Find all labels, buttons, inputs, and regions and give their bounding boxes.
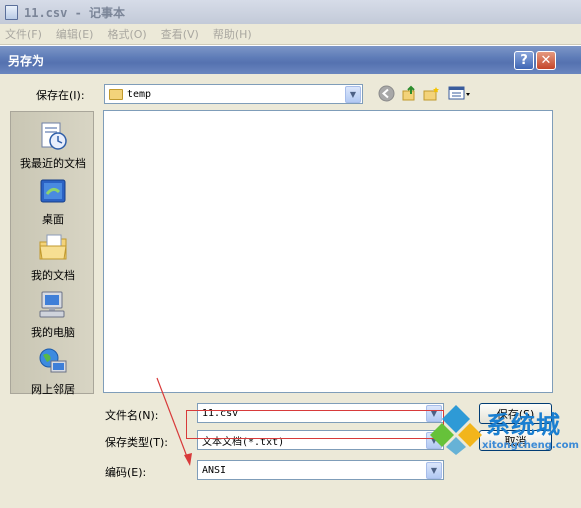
back-icon — [378, 85, 394, 101]
desktop-icon — [40, 179, 66, 203]
place-label-my-computer: 我的电脑 — [31, 326, 75, 339]
new-folder-icon — [423, 86, 439, 100]
place-my-documents[interactable]: 我的文档 — [11, 232, 95, 283]
close-button[interactable]: ✕ — [536, 51, 556, 70]
my-computer-icon — [39, 291, 65, 318]
place-label-desktop: 桌面 — [42, 213, 64, 226]
menu-edit[interactable]: 编辑(E) — [56, 26, 94, 42]
places-bar: 我最近的文档 桌面 我的文档 我的电脑 网上邻居 — [10, 111, 95, 397]
help-button[interactable]: ? — [514, 51, 534, 70]
filetype-label: 保存类型(T): — [105, 436, 169, 449]
save-in-value: temp — [127, 88, 152, 100]
chevron-down-icon[interactable]: ▼ — [426, 461, 442, 479]
dialog-title: 另存为 — [8, 53, 45, 68]
encoding-select[interactable]: ANSI ▼ — [197, 460, 444, 480]
place-network[interactable]: 网上邻居 — [11, 346, 95, 397]
encoding-label: 编码(E): — [105, 466, 147, 479]
notepad-titlebar: 11.csv - 记事本 — [0, 0, 581, 24]
place-label-my-documents: 我的文档 — [31, 269, 75, 282]
menu-help[interactable]: 帮助(H) — [213, 26, 252, 42]
place-label-recent: 我最近的文档 — [20, 157, 86, 170]
watermark-name: 系统城 — [486, 411, 561, 439]
save-in-label: 保存在(I): — [36, 89, 85, 102]
up-folder-icon — [402, 85, 415, 100]
notepad-icon — [5, 4, 18, 20]
recent-documents-icon — [41, 122, 67, 150]
filename-label: 文件名(N): — [105, 409, 159, 422]
network-places-icon — [39, 348, 67, 373]
chevron-down-icon[interactable]: ▼ — [345, 85, 361, 103]
place-label-network: 网上邻居 — [31, 383, 75, 396]
place-my-computer[interactable]: 我的电脑 — [11, 289, 95, 340]
folder-icon — [109, 88, 123, 100]
watermark-logo-icon — [430, 405, 482, 455]
place-recent-documents[interactable]: 我最近的文档 — [11, 120, 95, 171]
watermark: 系统城 xitongcheng.com — [430, 401, 581, 459]
menu-file[interactable]: 文件(F) — [5, 26, 42, 42]
up-folder-button[interactable] — [400, 84, 418, 102]
watermark-url: xitongcheng.com — [482, 440, 579, 451]
dialog-titlebar[interactable]: 另存为 — [0, 46, 581, 74]
encoding-value: ANSI — [202, 464, 227, 476]
encoding-highlight-box — [186, 410, 444, 439]
menu-format[interactable]: 格式(O) — [107, 26, 146, 42]
file-list[interactable] — [103, 110, 553, 393]
save-in-combo[interactable]: temp ▼ — [104, 84, 363, 104]
view-menu-button[interactable] — [447, 84, 473, 102]
view-menu-icon — [448, 86, 470, 99]
menu-view[interactable]: 查看(V) — [161, 26, 199, 42]
new-folder-button[interactable] — [423, 84, 441, 102]
place-desktop[interactable]: 桌面 — [11, 176, 95, 227]
notepad-menubar: 文件(F) 编辑(E) 格式(O) 查看(V) 帮助(H) — [0, 24, 581, 45]
notepad-title: 11.csv - 记事本 — [24, 5, 126, 20]
back-button[interactable] — [377, 84, 395, 102]
my-documents-icon — [39, 234, 67, 260]
